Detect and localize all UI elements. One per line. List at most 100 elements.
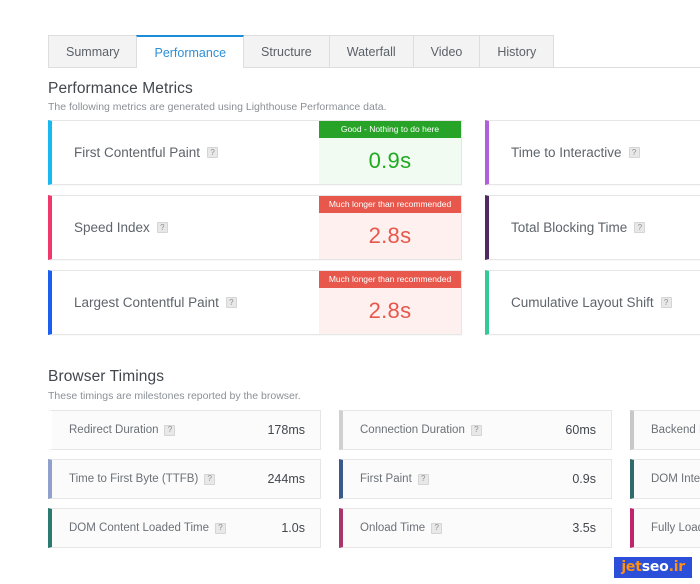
metric-result: Good - Nothing to do here0.9s (319, 121, 461, 184)
help-icon[interactable]: ? (471, 425, 482, 436)
metric-result: Much longer than recommended2.8s (319, 196, 461, 259)
metric-label: Cumulative Layout Shift (511, 295, 654, 310)
timing-card[interactable]: Time to First Byte (TTFB)? 244ms (48, 459, 321, 499)
metric-row: Largest Contentful Paint? Much longer tha… (48, 270, 700, 335)
status-badge: Good - Nothing to do here (319, 121, 461, 138)
metric-label-wrap: Total Blocking Time? (489, 220, 645, 235)
timing-card[interactable]: First Paint? 0.9s (339, 459, 612, 499)
status-badge: Much longer than recommended (319, 196, 461, 213)
help-icon[interactable]: ? (661, 297, 672, 308)
performance-metrics-title: Performance Metrics (48, 80, 193, 98)
metric-label-wrap: Largest Contentful Paint? (52, 295, 237, 310)
metric-card[interactable]: Speed Index? Much longer than recommended… (48, 195, 462, 260)
tab-history[interactable]: History (479, 35, 554, 67)
metric-label-wrap: First Contentful Paint? (52, 145, 218, 160)
timing-card[interactable]: Onload Time? 3.5s (339, 508, 612, 548)
tab-label: Performance (154, 46, 226, 60)
help-icon[interactable]: ? (634, 222, 645, 233)
metric-row: First Contentful Paint? Good - Nothing to… (48, 120, 700, 185)
metric-label-wrap: Time to Interactive? (489, 145, 640, 160)
metric-card[interactable]: First Contentful Paint? Good - Nothing to… (48, 120, 462, 185)
help-icon[interactable]: ? (431, 523, 442, 534)
metric-label: Speed Index (74, 220, 150, 235)
timing-card[interactable]: Connection Duration? 60ms (339, 410, 612, 450)
timing-card[interactable]: DOM Interactive Time? (630, 459, 700, 499)
tab-label: History (497, 45, 536, 59)
browser-timings-grid: Redirect Duration? 178ms Connection Durati… (48, 410, 700, 548)
tab-summary[interactable]: Summary (48, 35, 137, 67)
timing-label: First Paint (360, 473, 412, 485)
timing-label: Fully Loaded Time (651, 522, 700, 534)
timing-label: DOM Content Loaded Time (69, 522, 209, 534)
browser-timings-subtitle: These timings are milestones reported by… (48, 390, 301, 402)
timing-value: 0.9s (572, 472, 596, 486)
tab-label: Summary (66, 45, 119, 59)
timing-label-wrap: Onload Time? (360, 522, 442, 534)
metric-value: 2.8s (319, 213, 461, 260)
timing-value: 178ms (267, 423, 305, 437)
timing-label-wrap: Time to First Byte (TTFB)? (69, 473, 215, 485)
timing-row: DOM Content Loaded Time? 1.0s Onload Time?… (48, 508, 700, 548)
timing-label: Backend Duration (651, 424, 700, 436)
timing-value: 244ms (267, 472, 305, 486)
help-icon[interactable]: ? (204, 474, 215, 485)
metric-label-wrap: Speed Index? (52, 220, 168, 235)
tab-label: Structure (261, 45, 312, 59)
metric-value: 2.8s (319, 288, 461, 335)
timing-value: 3.5s (572, 521, 596, 535)
metric-label: First Contentful Paint (74, 145, 200, 160)
timing-label: Connection Duration (360, 424, 465, 436)
metric-label: Total Blocking Time (511, 220, 627, 235)
help-icon[interactable]: ? (226, 297, 237, 308)
watermark-part-ir: .ir (669, 559, 685, 575)
tab-label: Video (431, 45, 463, 59)
watermark-jetseo: jetseo.ir (614, 557, 692, 578)
timing-card[interactable]: Redirect Duration? 178ms (48, 410, 321, 450)
timing-label-wrap: First Paint? (360, 473, 429, 485)
timing-label-wrap: DOM Interactive Time? (651, 473, 700, 485)
metric-card[interactable]: Cumulative Layout Shift? (485, 270, 700, 335)
timing-label-wrap: Connection Duration? (360, 424, 482, 436)
tab-label: Waterfall (347, 45, 396, 59)
help-icon[interactable]: ? (207, 147, 218, 158)
metric-label-wrap: Cumulative Layout Shift? (489, 295, 672, 310)
metric-card[interactable]: Total Blocking Time? (485, 195, 700, 260)
metric-card[interactable]: Largest Contentful Paint? Much longer tha… (48, 270, 462, 335)
status-badge: Much longer than recommended (319, 271, 461, 288)
performance-metrics-subtitle: The following metrics are generated usin… (48, 101, 387, 113)
timing-label: DOM Interactive Time (651, 473, 700, 485)
timing-row: Time to First Byte (TTFB)? 244ms First Pai… (48, 459, 700, 499)
page-root: Summary Performance Structure Waterfall Vide… (0, 0, 700, 584)
timing-label: Time to First Byte (TTFB) (69, 473, 198, 485)
help-icon[interactable]: ? (164, 425, 175, 436)
metric-result: Much longer than recommended2.8s (319, 271, 461, 334)
metric-card[interactable]: Time to Interactive? (485, 120, 700, 185)
tab-waterfall[interactable]: Waterfall (329, 35, 414, 67)
metric-label: Time to Interactive (511, 145, 622, 160)
timing-value: 1.0s (281, 521, 305, 535)
tab-structure[interactable]: Structure (243, 35, 330, 67)
timing-row: Redirect Duration? 178ms Connection Durati… (48, 410, 700, 450)
tab-performance[interactable]: Performance (136, 35, 244, 68)
timing-label: Onload Time (360, 522, 425, 534)
timing-label-wrap: DOM Content Loaded Time? (69, 522, 226, 534)
watermark-part-seo: seo (642, 559, 669, 575)
metric-label: Largest Contentful Paint (74, 295, 219, 310)
metric-value: 0.9s (319, 138, 461, 185)
timing-card[interactable]: Backend Duration? (630, 410, 700, 450)
browser-timings-title: Browser Timings (48, 368, 164, 386)
help-icon[interactable]: ? (215, 523, 226, 534)
metric-row: Speed Index? Much longer than recommended… (48, 195, 700, 260)
timing-value: 60ms (565, 423, 596, 437)
tab-video[interactable]: Video (413, 35, 481, 67)
timing-label: Redirect Duration (69, 424, 158, 436)
tab-bar: Summary Performance Structure Waterfall Vide… (48, 36, 700, 68)
performance-metrics-grid: First Contentful Paint? Good - Nothing to… (48, 120, 700, 345)
help-icon[interactable]: ? (157, 222, 168, 233)
timing-card[interactable]: Fully Loaded Time? (630, 508, 700, 548)
timing-label-wrap: Fully Loaded Time? (651, 522, 700, 534)
timing-card[interactable]: DOM Content Loaded Time? 1.0s (48, 508, 321, 548)
watermark-part-jet: jet (621, 559, 641, 575)
help-icon[interactable]: ? (629, 147, 640, 158)
help-icon[interactable]: ? (418, 474, 429, 485)
